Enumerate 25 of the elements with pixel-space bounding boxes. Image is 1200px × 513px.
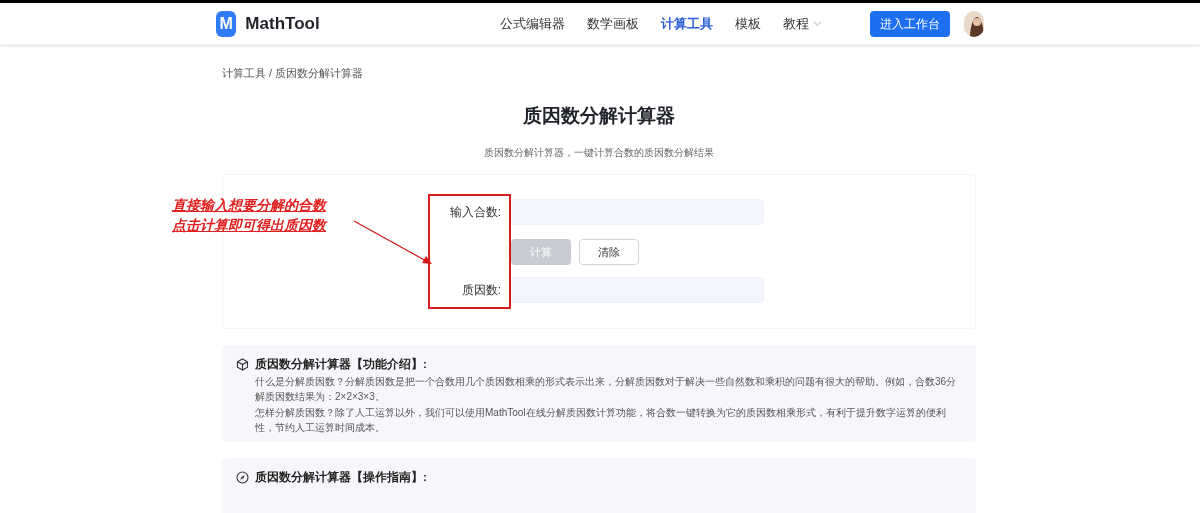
page-title: 质因数分解计算器 [523, 103, 675, 128]
compass-icon [236, 471, 249, 485]
avatar-icon[interactable] [963, 10, 984, 37]
logo-icon[interactable]: M [216, 10, 237, 37]
result-field[interactable] [509, 277, 764, 303]
field-label: 输入合数: [448, 204, 502, 221]
cube-icon [236, 358, 249, 372]
section-heading: 质因数分解计算器【功能介绍】: [255, 356, 427, 372]
nav-link[interactable]: 数学画板 [586, 13, 639, 34]
breadcrumb: 计算工具 / 质因数分解计算器 [222, 66, 365, 81]
page-subtitle: 质因数分解计算器，一键计算合数的质因数分解结果 [484, 146, 714, 160]
section-paragraph: 怎样分解质因数？除了人工运算以外，我们可以使用MathTool在线分解质因数计算功能，将合数一键转换为它的质因数相乘形式，有利于提升数字运算的便利性，节约人工运算时间成本。 [254, 406, 947, 436]
nav-link[interactable]: 模板 [734, 13, 761, 34]
brand-name[interactable]: MathTool [245, 10, 320, 37]
nav-link[interactable]: 公式编辑器 [499, 13, 565, 34]
field-label: 质因数: [460, 282, 502, 299]
nav-link[interactable]: 教程 [782, 13, 822, 34]
annotation-text: 直接输入想要分解的合数 [172, 196, 326, 215]
nav-link[interactable]: 计算工具 [660, 13, 713, 34]
number-input-field[interactable] [509, 199, 764, 225]
section-paragraph: 什么是分解质因数？分解质因数是把一个合数用几个质因数相乘的形式表示出来，分解质因数对于解决一些自然数和乘积的问题有很大的帮助。例如，合数36分解质因数结果为：2×2×3×3。 [254, 375, 958, 405]
workspace-button[interactable]: 进入工作台 [869, 10, 950, 37]
clear-button[interactable]: 清除 [579, 239, 639, 265]
annotation-text: 点击计算即可得出质因数 [172, 216, 326, 235]
section-heading: 质因数分解计算器【操作指南】: [255, 469, 427, 486]
